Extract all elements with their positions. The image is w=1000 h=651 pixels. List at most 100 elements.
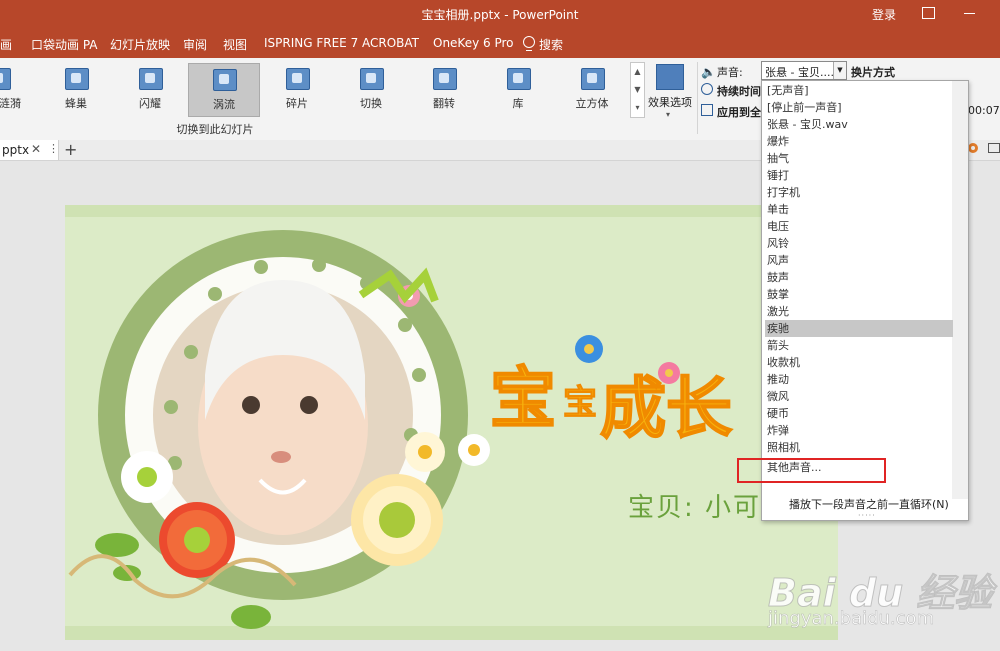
transition-honeycomb[interactable]: 蜂巢 [41,63,111,115]
transition-shred[interactable]: 碎片 [262,63,332,115]
login-button[interactable]: 登录 [872,6,896,23]
gallery-label: 涡流 [213,98,235,111]
sound-option[interactable]: [无声音] [765,82,953,99]
gallery-label: 库 [512,97,524,110]
gallery-label: 立方体 [575,97,609,110]
sound-option[interactable]: 激光 [765,303,953,320]
gallery-label: 蜂巢 [65,97,87,110]
sound-option[interactable]: 炸弹 [765,422,953,439]
gallery-label: 翻转 [433,97,455,110]
window-title: 宝宝相册.pptx - PowerPoint [421,8,579,22]
sound-select[interactable]: 张悬 - 宝贝.... ▼ [761,61,847,80]
gallery-label: 碎片 [286,97,308,110]
sound-option[interactable]: 照相机 [765,439,953,456]
transition-cube[interactable]: 立方体 [557,63,627,115]
sound-option[interactable]: 鼓掌 [765,286,953,303]
transition-gallery[interactable]: 库 [483,63,553,115]
tab-animations[interactable]: 画 [0,36,12,53]
slide-subtitle[interactable]: 宝贝: 小可 [628,487,761,524]
transition-switch[interactable]: 切换 [336,63,406,115]
gallery-icon [507,68,531,90]
sound-option[interactable]: 锤打 [765,167,953,184]
tab-view[interactable]: 视图 [223,36,247,53]
tab-pocket-animation[interactable]: 口袋动画 PA [31,36,98,53]
gallery-scroll[interactable]: ▲ ▼ ▾ [630,62,645,118]
transition-glitter[interactable]: 闪耀 [115,63,185,115]
slide-title-char[interactable]: 宝 [563,375,598,424]
apply-all-icon [701,104,713,116]
gallery-label: 闪耀 [139,97,161,110]
tell-me-search[interactable]: 搜索 [539,36,563,53]
switch-icon [360,68,384,90]
ribbon-display-icon[interactable] [922,7,935,19]
transition-flip[interactable]: 翻转 [409,63,479,115]
effect-options-button[interactable]: 效果选项 ▾ [645,62,695,119]
transition-vortex[interactable]: 涡流 [188,63,260,117]
minimize-icon[interactable] [964,13,975,14]
sound-option[interactable]: [停止前一声音] [765,99,953,116]
sound-option[interactable]: 单击 [765,201,953,218]
time-value[interactable]: 00:07.0 [968,104,1000,117]
sound-option[interactable]: 微风 [765,388,953,405]
sound-option[interactable]: 推动 [765,371,953,388]
speaker-icon: 🔈 [701,65,716,79]
clock-icon [701,83,713,95]
tab-ispring[interactable]: ISPRING FREE 7 [264,36,358,50]
sound-option[interactable]: 硬币 [765,405,953,422]
flip-icon [433,68,457,90]
apply-to-all-button[interactable]: 应用到全 [717,104,761,120]
sound-label: 声音: [717,66,743,79]
chevron-down-icon: ▾ [666,110,671,119]
tab-filename: pptx [2,143,30,157]
sound-option[interactable]: 张悬 - 宝贝.wav [765,116,953,133]
loop-until-next-sound[interactable]: 播放下一段声音之前一直循环(N) [789,496,949,512]
sound-option[interactable]: 箭头 [765,337,953,354]
baidu-watermark-url: jingyan.baidu.com [768,608,935,630]
tab-slideshow[interactable]: 幻灯片放映 [110,36,170,53]
scroll-up-icon[interactable]: ▲ [631,63,644,81]
divider [697,62,698,134]
shred-icon [286,68,310,90]
sound-option[interactable]: 风铃 [765,235,953,252]
close-icon[interactable]: ✕ [31,142,41,156]
honeycomb-icon [65,68,89,90]
slide-title[interactable]: 成长 [599,355,733,451]
sound-dropdown-list[interactable]: [无声音] [停止前一声音] 张悬 - 宝贝.wav 爆炸 抽气 锤打 打字机 … [761,80,969,521]
new-tab-icon[interactable]: + [64,140,77,159]
slide-canvas[interactable]: 宝 宝 成长 宝贝: 小可 [65,205,838,640]
tab-review[interactable]: 审阅 [183,36,207,53]
window-icon[interactable] [988,143,1000,153]
sound-option[interactable]: 爆炸 [765,133,953,150]
lightbulb-icon [523,36,535,51]
transition-ripple[interactable]: 涟漪 [0,63,33,115]
sound-option[interactable]: 鼓声 [765,269,953,286]
sound-option-highlighted[interactable]: 疾驰 [765,320,953,337]
effect-options-icon [656,64,684,90]
sound-option[interactable]: 风声 [765,252,953,269]
scroll-down-icon[interactable]: ▼ [631,81,644,99]
slide-title-char[interactable]: 宝 [489,345,557,441]
glitter-icon [139,68,163,90]
more-icon[interactable]: ▾ [631,99,644,117]
vortex-icon [213,69,237,91]
chevron-down-icon[interactable]: ▼ [833,62,846,79]
dropdown-scrollbar[interactable] [952,81,968,499]
group-label: 切换到此幻灯片 [176,123,254,136]
title-bar: 宝宝相册.pptx - PowerPoint 登录 [0,0,1000,28]
sound-option[interactable]: 抽气 [765,150,953,167]
ribbon-tabs: 画 口袋动画 PA 幻灯片放映 审阅 视图 ISPRING FREE 7 ACR… [0,28,1000,58]
more-icon[interactable]: ⋮ [48,142,59,155]
tab-onekey[interactable]: OneKey 6 Pro [433,36,514,50]
tab-acrobat[interactable]: ACROBAT [362,36,419,50]
highlight-box [737,458,886,483]
document-tab[interactable]: pptx ✕ ⋮ [0,140,59,160]
ripple-icon [0,68,11,90]
effect-options-label: 效果选项 [648,96,692,109]
resize-grip-icon[interactable]: ····· [858,511,876,520]
gear-icon[interactable] [968,143,978,153]
sound-option[interactable]: 收款机 [765,354,953,371]
sound-option[interactable]: 打字机 [765,184,953,201]
sound-option[interactable]: 电压 [765,218,953,235]
gallery-label: 涟漪 [0,97,21,110]
duration-label: 持续时间( [717,85,767,98]
